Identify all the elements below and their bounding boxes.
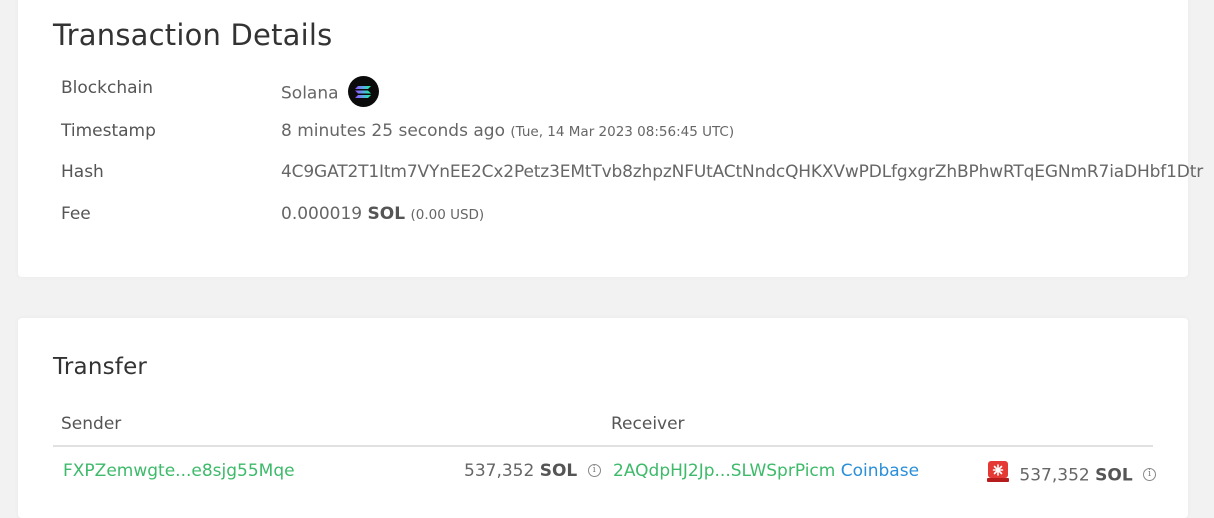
transfer-card: Transfer Sender Receiver FXPZemwgte...e8… xyxy=(18,318,1188,518)
timestamp-label: Timestamp xyxy=(61,121,156,141)
sender-amount: 537,352 SOL i xyxy=(464,461,601,481)
receiver-address: 2AQdpHJ2Jp...SLWSprPicm Coinbase xyxy=(613,461,919,481)
blockchain-value: Solana xyxy=(281,76,379,109)
transaction-details-card: Transaction Details Blockchain Solana Ti… xyxy=(18,0,1203,277)
sender-column-header: Sender xyxy=(61,414,122,434)
transaction-details-title: Transaction Details xyxy=(53,18,333,52)
fee-value: 0.000019 SOL (0.00 USD) xyxy=(281,204,484,224)
receiver-amount-value: 537,352 xyxy=(1019,465,1090,486)
fee-label: Fee xyxy=(61,204,91,224)
receiver-amount-unit: SOL xyxy=(1095,465,1133,486)
fee-amount: 0.000019 xyxy=(281,204,363,224)
solana-logo-icon xyxy=(347,76,379,107)
timestamp-value: 8 minutes 25 seconds ago (Tue, 14 Mar 20… xyxy=(281,121,734,141)
hash-label: Hash xyxy=(61,162,104,182)
fee-unit: SOL xyxy=(367,204,406,224)
receiver-amount: 537,352 SOL i xyxy=(986,459,1157,490)
timestamp-absolute: (Tue, 14 Mar 2023 08:56:45 UTC) xyxy=(510,124,735,140)
receiver-column-header: Receiver xyxy=(611,414,685,434)
alert-siren-icon xyxy=(986,459,1010,488)
transfer-title: Transfer xyxy=(53,354,148,380)
receiver-address-link[interactable]: 2AQdpHJ2Jp...SLWSprPicm xyxy=(613,461,835,481)
info-icon[interactable]: i xyxy=(1143,468,1157,481)
sender-address-link[interactable]: FXPZemwgte...e8sjg55Mqe xyxy=(63,461,295,481)
blockchain-label: Blockchain xyxy=(61,78,154,98)
fee-usd: (0.00 USD) xyxy=(410,207,485,223)
timestamp-relative: 8 minutes 25 seconds ago xyxy=(281,121,505,141)
blockchain-name: Solana xyxy=(281,83,339,104)
sender-amount-unit: SOL xyxy=(539,461,578,481)
hash-link[interactable]: 4C9GAT2T1Itm7VYnEE2Cx2Petz3EMtTvb8zhpzNF… xyxy=(281,162,1203,182)
receiver-tag-link[interactable]: Coinbase xyxy=(841,461,919,481)
table-header-divider xyxy=(53,445,1153,447)
info-icon[interactable]: i xyxy=(587,463,601,477)
sender-amount-value: 537,352 xyxy=(464,461,535,481)
